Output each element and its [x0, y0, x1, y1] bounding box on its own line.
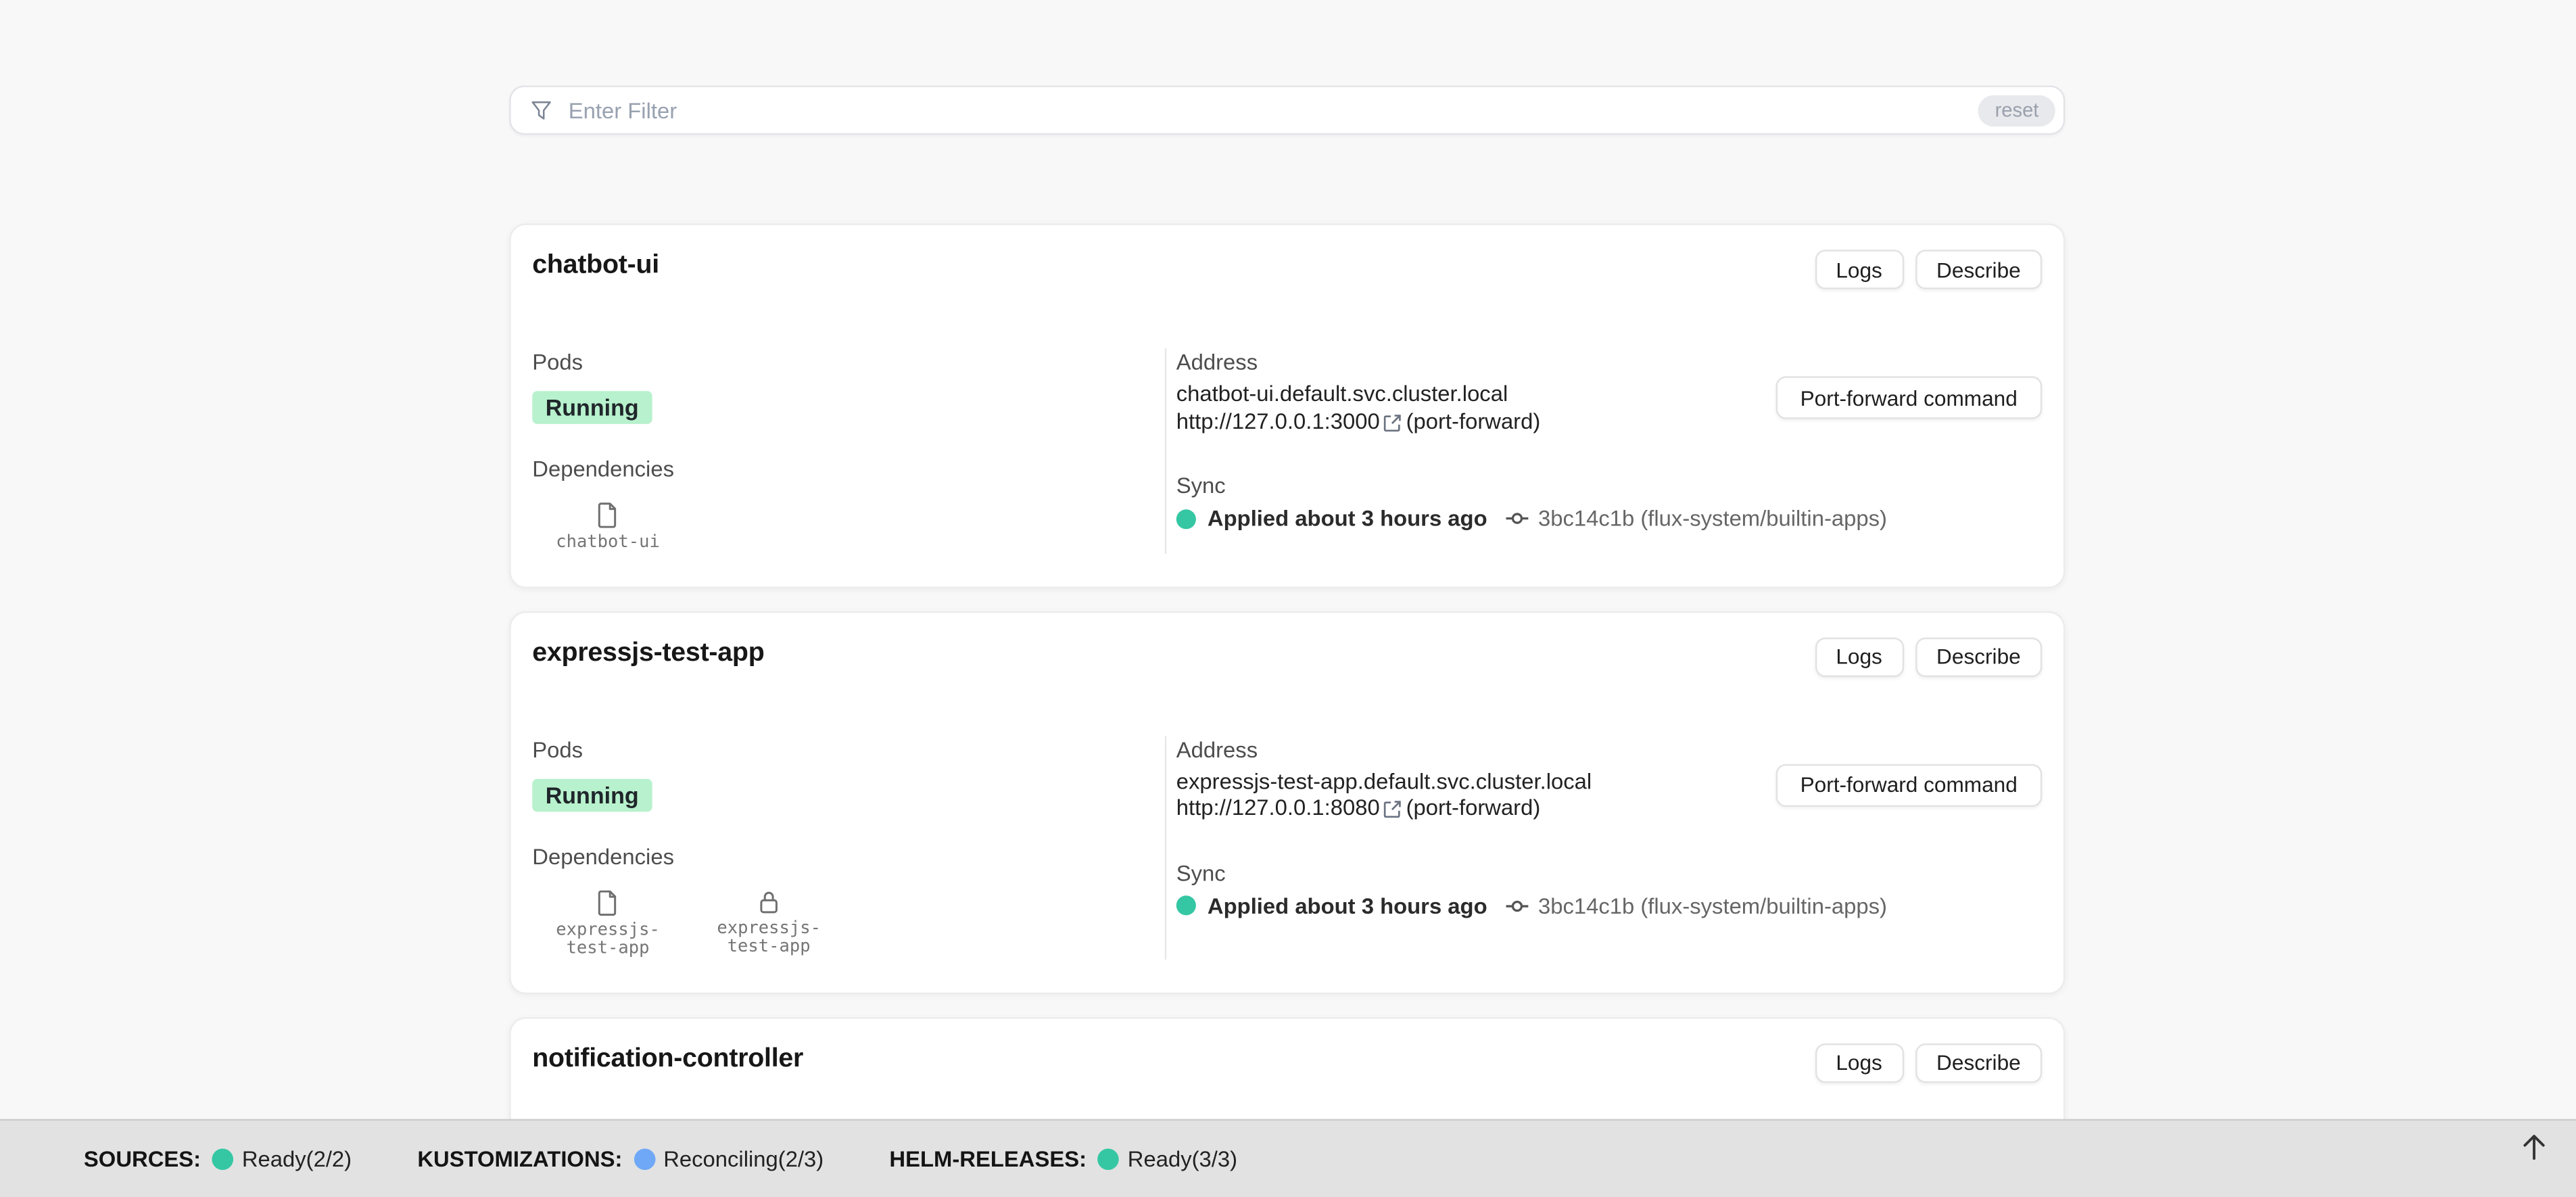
sync-revision: 3bc14c1b (flux-system/builtin-apps) [1538, 506, 1887, 530]
pod-status-badge: Running [532, 391, 652, 424]
app-viewport: reset chatbot-ui Logs Describe Pods Runn… [0, 0, 2576, 1197]
pod-status-badge: Running [532, 778, 652, 812]
filter-reset-button[interactable]: reset [1978, 95, 2055, 126]
dependency-node: chatbot-ui [539, 501, 677, 553]
describe-button[interactable]: Describe [1915, 1043, 2042, 1082]
commit-icon [1505, 898, 1529, 913]
external-link-icon [1383, 414, 1402, 432]
dependency-node: expressjs-test-app [539, 888, 677, 958]
dependency-name: expressjs-test-app [539, 921, 677, 959]
port-forward-command-button[interactable]: Port-forward command [1775, 376, 2042, 419]
sync-status-dot [1176, 895, 1196, 915]
helm-releases-status-dot [1098, 1148, 1120, 1170]
logs-button[interactable]: Logs [1815, 637, 1904, 676]
port-forward-suffix: (port-forward) [1406, 408, 1541, 436]
describe-button[interactable]: Describe [1915, 250, 2042, 289]
helm-releases-status-value: Ready(3/3) [1128, 1146, 1237, 1171]
filter-bar: reset [509, 85, 2065, 135]
card-list: chatbot-ui Logs Describe Pods Running De… [509, 223, 2065, 1197]
kustomizations-status-value: Reconciling(2/3) [663, 1146, 824, 1171]
app-card-chatbot-ui: chatbot-ui Logs Describe Pods Running De… [509, 223, 2065, 587]
sources-status-value: Ready(2/2) [242, 1146, 352, 1171]
dependency-name: expressjs-test-app [700, 919, 838, 957]
logs-button[interactable]: Logs [1815, 250, 1904, 289]
card-title: expressjs-test-app [532, 637, 764, 668]
dependency-name: chatbot-ui [556, 534, 660, 553]
pods-label: Pods [532, 735, 1148, 763]
describe-button[interactable]: Describe [1915, 637, 2042, 676]
filter-input[interactable] [565, 85, 1978, 135]
sync-status-dot [1176, 509, 1196, 528]
logs-button[interactable]: Logs [1815, 1043, 1904, 1082]
status-item-sources: SOURCES: Ready(2/2) [84, 1146, 352, 1171]
address-label: Address [1176, 735, 2043, 763]
status-item-kustomizations: KUSTOMIZATIONS: Reconciling(2/3) [417, 1146, 824, 1171]
sync-label: Sync [1176, 859, 2043, 887]
status-item-helm-releases: HELM-RELEASES: Ready(3/3) [889, 1146, 1237, 1171]
lock-icon [757, 888, 780, 914]
sync-revision: 3bc14c1b (flux-system/builtin-apps) [1538, 893, 1887, 918]
status-bar: SOURCES: Ready(2/2) KUSTOMIZATIONS: Reco… [0, 1119, 2576, 1197]
app-card-expressjs-test-app: expressjs-test-app Logs Describe Pods Ru… [509, 611, 2065, 993]
port-forward-link[interactable]: http://127.0.0.1:8080 [1176, 795, 1380, 822]
dependencies-label: Dependencies [532, 455, 1148, 483]
sources-status-dot [212, 1148, 234, 1170]
dependency-node: expressjs-test-app [700, 888, 838, 958]
commit-icon [1505, 511, 1529, 526]
address-label: Address [1176, 348, 2043, 376]
kustomizations-status-dot [634, 1148, 655, 1170]
funnel-icon [531, 98, 552, 122]
sync-applied-text: Applied about 3 hours ago [1208, 893, 1487, 918]
sync-applied-text: Applied about 3 hours ago [1208, 506, 1487, 530]
kustomizations-label: KUSTOMIZATIONS: [417, 1146, 622, 1171]
file-icon [596, 501, 619, 529]
port-forward-link[interactable]: http://127.0.0.1:3000 [1176, 408, 1380, 436]
port-forward-command-button[interactable]: Port-forward command [1775, 764, 2042, 806]
sources-label: SOURCES: [84, 1146, 201, 1171]
helm-releases-label: HELM-RELEASES: [889, 1146, 1087, 1171]
scroll-to-top-button[interactable] [2510, 1125, 2556, 1171]
pods-label: Pods [532, 348, 1148, 376]
port-forward-suffix: (port-forward) [1406, 795, 1541, 822]
card-title: notification-controller [532, 1043, 803, 1074]
arrow-up-icon [2521, 1131, 2546, 1162]
card-title: chatbot-ui [532, 250, 659, 281]
dependencies-label: Dependencies [532, 842, 1148, 870]
file-icon [596, 888, 619, 916]
sync-label: Sync [1176, 471, 2043, 499]
external-link-icon [1383, 801, 1402, 819]
